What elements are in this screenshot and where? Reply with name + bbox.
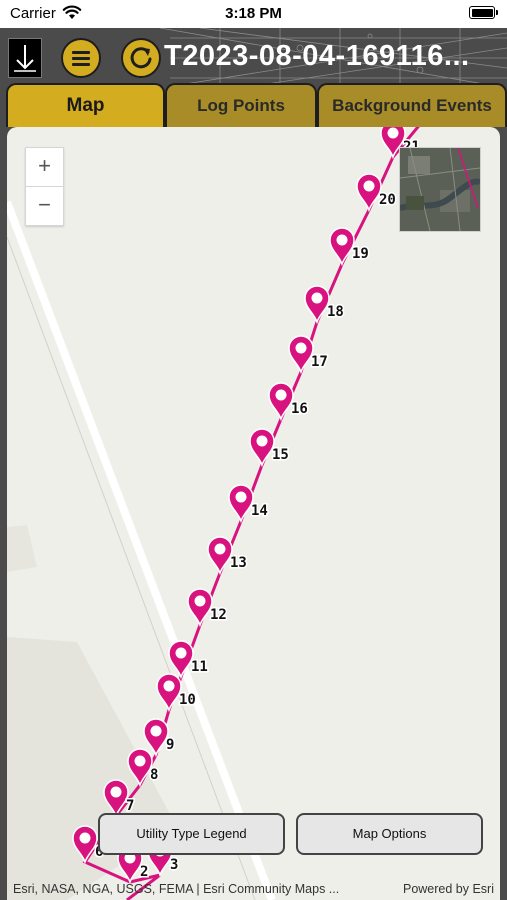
point-label: 16 [291, 401, 308, 417]
powered-by-esri[interactable]: Powered by Esri [403, 882, 494, 896]
map-pin-icon[interactable] [304, 285, 330, 325]
tab-background-events[interactable]: Background Events [317, 83, 507, 127]
tab-log-points[interactable]: Log Points [165, 83, 317, 127]
map-pin-icon[interactable] [329, 227, 355, 267]
point-label: 9 [166, 737, 174, 753]
clock: 3:18 PM [225, 5, 282, 22]
app-header: T2023-08-04-169116... [0, 28, 507, 88]
session-title: T2023-08-04-169116... [164, 40, 470, 72]
hamburger-menu-icon [72, 51, 90, 69]
map-attribution: Esri, NASA, NGA, USGS, FEMA | Esri Commu… [7, 878, 500, 900]
status-bar: Carrier 3:18 PM [0, 0, 507, 28]
map-pin-icon[interactable] [207, 536, 233, 576]
refresh-icon [130, 47, 152, 69]
down-arrow-logo-icon[interactable] [8, 38, 42, 78]
overview-map[interactable] [399, 147, 481, 232]
map-view[interactable]: 236789101112131415161718192021 + − Utili… [7, 127, 500, 900]
map-pin-icon[interactable] [356, 173, 382, 213]
map-pin-icon[interactable] [187, 588, 213, 628]
tab-bar: Map Log Points Background Events [0, 83, 507, 129]
battery-icon [469, 6, 498, 19]
point-label: 11 [191, 659, 208, 675]
map-options-button[interactable]: Map Options [296, 813, 483, 855]
map-building [7, 525, 37, 572]
satellite-overview-image [400, 148, 480, 231]
zoom-in-button[interactable]: + [26, 148, 63, 187]
point-label: 20 [379, 192, 396, 208]
map-canvas[interactable]: 236789101112131415161718192021 [7, 127, 500, 900]
utility-type-legend-button[interactable]: Utility Type Legend [98, 813, 285, 855]
point-label: 18 [327, 304, 344, 320]
point-label: 7 [126, 798, 134, 814]
map-frame: 236789101112131415161718192021 + − Utili… [0, 127, 507, 900]
point-label: 15 [272, 447, 289, 463]
map-pin-icon[interactable] [288, 335, 314, 375]
map-pin-icon[interactable] [143, 718, 169, 758]
map-pin-icon[interactable] [249, 428, 275, 468]
point-label: 3 [170, 857, 178, 873]
point-label: 8 [150, 767, 158, 783]
point-label: 17 [311, 354, 328, 370]
attribution-credits[interactable]: Esri, NASA, NGA, USGS, FEMA | Esri Commu… [13, 882, 373, 896]
point-label: 14 [251, 503, 268, 519]
zoom-out-button[interactable]: − [26, 187, 63, 225]
point-label: 19 [352, 246, 369, 262]
map-pin-icon[interactable] [268, 382, 294, 422]
menu-button[interactable] [61, 38, 101, 78]
map-pin-icon[interactable] [228, 484, 254, 524]
point-label: 13 [230, 555, 247, 571]
point-label: 12 [210, 607, 227, 623]
point-label: 10 [179, 692, 196, 708]
refresh-button[interactable] [121, 38, 161, 78]
tab-map[interactable]: Map [6, 83, 165, 127]
zoom-control: + − [25, 147, 64, 226]
map-pin-icon[interactable] [156, 673, 182, 713]
